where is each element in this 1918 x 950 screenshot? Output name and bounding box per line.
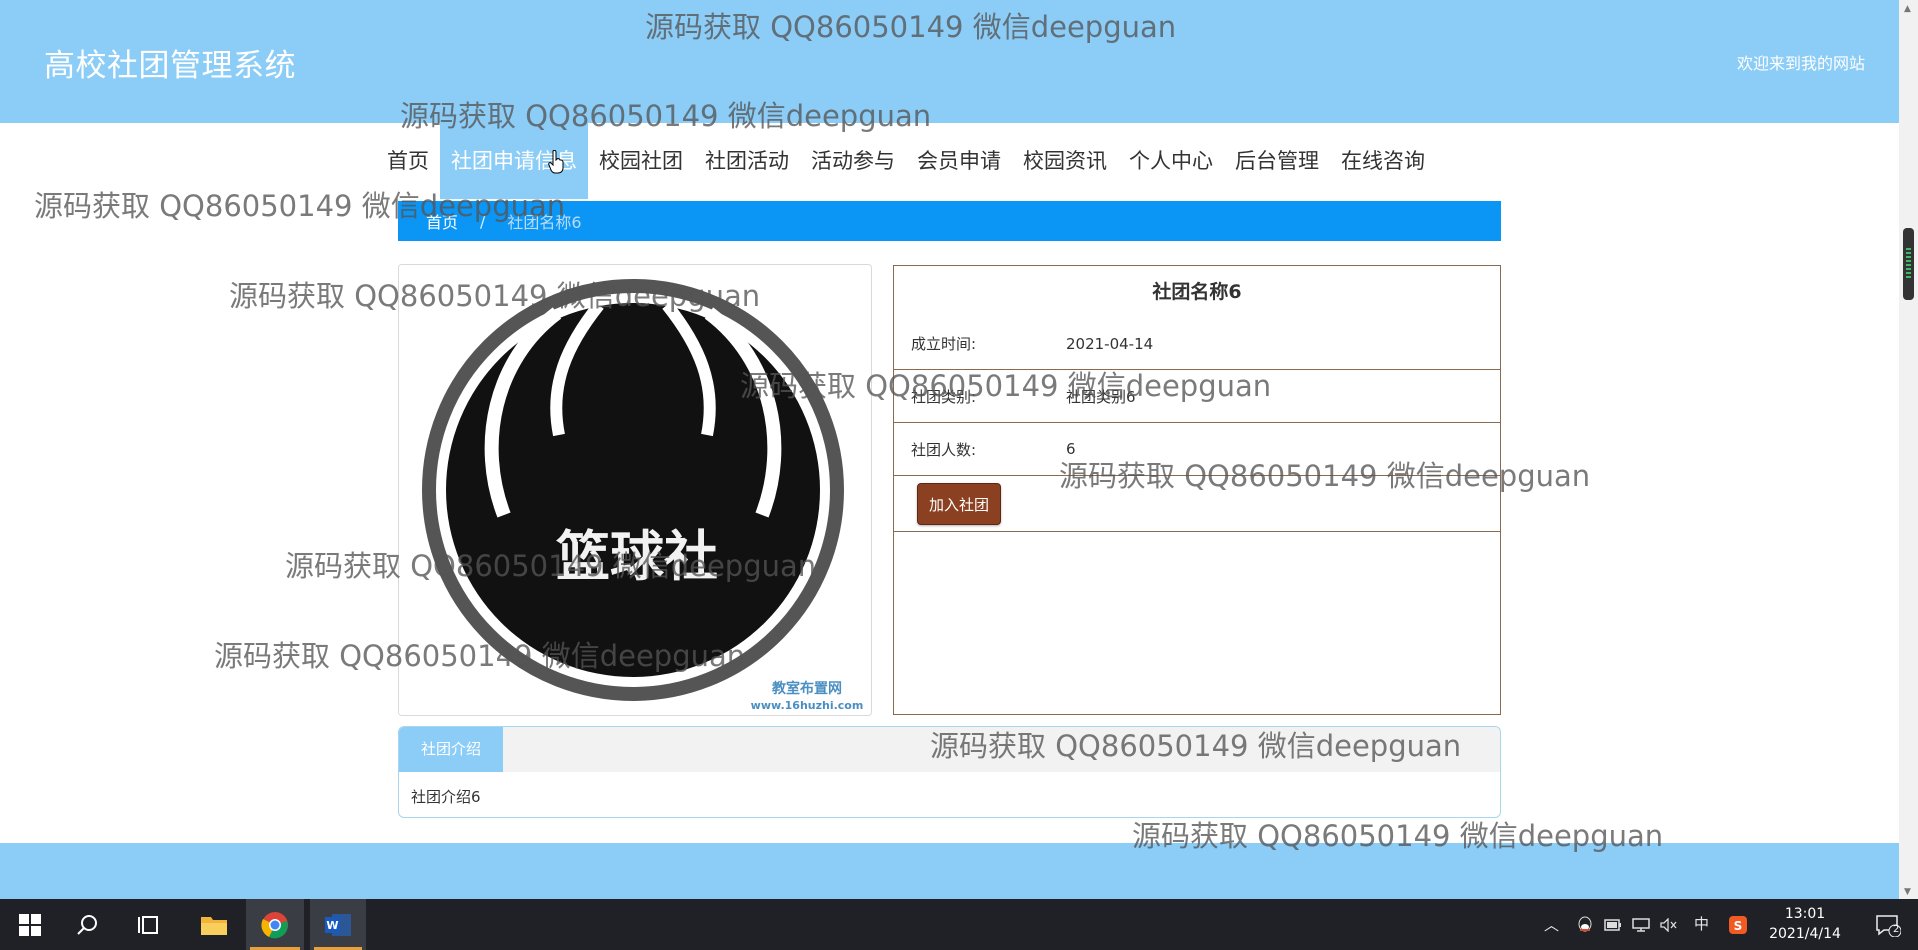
nav-admin[interactable]: 后台管理	[1224, 123, 1330, 199]
intro-content: 社团介绍6	[411, 788, 481, 806]
category-value: 社团类别6	[1066, 387, 1136, 406]
task-view-icon[interactable]	[126, 899, 170, 950]
join-club-button[interactable]: 加入社团	[917, 482, 1002, 525]
windows-taskbar: W ︿ 中 S 13:01 2021/4/14 2	[0, 899, 1918, 950]
nav-member-application[interactable]: 会员申请	[906, 123, 1012, 199]
word-icon[interactable]: W	[310, 899, 366, 950]
welcome-text: 欢迎来到我的网站	[1736, 54, 1865, 73]
club-intro-panel: 社团介绍 社团介绍6	[398, 726, 1501, 818]
clock-date: 2021/4/14	[1769, 926, 1841, 942]
tab-club-intro[interactable]: 社团介绍	[399, 727, 504, 772]
category-label: 社团类别:	[911, 387, 977, 406]
network-icon[interactable]	[1630, 899, 1652, 950]
club-name: 社团名称6	[1152, 281, 1242, 303]
hand-cursor-icon	[548, 150, 564, 174]
qq-icon[interactable]	[1574, 899, 1596, 950]
breadcrumb-separator: /	[480, 211, 486, 231]
nav-campus-clubs[interactable]: 校园社团	[588, 123, 694, 199]
breadcrumb-home[interactable]: 首页	[426, 209, 458, 233]
info-row-founded: 成立时间: 2021-04-14	[894, 318, 1500, 370]
basketball-club-logo: 篮球社 教室布置网 www.16huzhi.com	[399, 265, 871, 715]
scroll-up-icon[interactable]: ▲	[1904, 4, 1911, 14]
clock-time: 13:01	[1784, 906, 1826, 922]
members-label: 社团人数:	[911, 440, 977, 459]
browser-page: 高校社团管理系统 欢迎来到我的网站 首页 社团申请信息 校园社团 社团活动 活动…	[0, 0, 1918, 950]
logo-site-name: 教室布置网	[772, 680, 842, 697]
main-nav: 首页 社团申请信息 校园社团 社团活动 活动参与 会员申请 校园资讯 个人中心 …	[376, 123, 1436, 199]
ime-indicator[interactable]: 中	[1694, 913, 1709, 934]
nav-campus-news[interactable]: 校园资讯	[1012, 123, 1118, 199]
nav-personal-center[interactable]: 个人中心	[1118, 123, 1224, 199]
file-explorer-icon[interactable]	[190, 899, 238, 950]
scroll-down-icon[interactable]: ▼	[1904, 887, 1911, 897]
sogou-icon[interactable]: S	[1727, 899, 1749, 950]
notification-center-icon[interactable]: 2	[1868, 899, 1908, 950]
founded-value: 2021-04-14	[1066, 334, 1154, 353]
scrollbar-thumb[interactable]	[1903, 228, 1914, 300]
nav-online-consult[interactable]: 在线咨询	[1330, 123, 1436, 199]
system-clock[interactable]: 13:01 2021/4/14	[1765, 904, 1845, 944]
breadcrumb: 首页 / 社团名称6	[398, 201, 1501, 241]
club-image-card: 篮球社 教室布置网 www.16huzhi.com	[398, 264, 872, 716]
founded-label: 成立时间:	[911, 335, 977, 353]
logo-site-url: www.16huzhi.com	[751, 699, 864, 712]
volume-muted-icon[interactable]	[1658, 899, 1680, 950]
windows-start-icon[interactable]	[8, 899, 52, 950]
search-icon[interactable]	[66, 899, 110, 950]
battery-icon[interactable]	[1602, 899, 1624, 950]
members-value: 6	[1066, 440, 1076, 458]
nav-activity-participation[interactable]: 活动参与	[800, 123, 906, 199]
info-row-members: 社团人数: 6	[894, 423, 1500, 476]
intro-tabs: 社团介绍	[399, 727, 1500, 772]
breadcrumb-current: 社团名称6	[507, 213, 582, 232]
notification-count: 2	[1893, 924, 1900, 935]
svg-text:S: S	[1734, 919, 1743, 933]
nav-club-applications[interactable]: 社团申请信息	[440, 123, 588, 199]
chrome-icon[interactable]	[246, 899, 304, 950]
club-logo-text: 篮球社	[556, 524, 718, 588]
nav-home[interactable]: 首页	[376, 123, 440, 199]
site-title[interactable]: 高校社团管理系统	[44, 40, 296, 85]
site-footer	[0, 843, 1899, 899]
join-row: 加入社团	[894, 476, 1500, 532]
nav-club-activities[interactable]: 社团活动	[694, 123, 800, 199]
svg-text:W: W	[326, 919, 338, 932]
club-info-box: 社团名称6 成立时间: 2021-04-14 社团类别: 社团类别6 社团人数:…	[893, 265, 1501, 715]
site-header: 高校社团管理系统 欢迎来到我的网站	[0, 0, 1899, 123]
info-row-category: 社团类别: 社团类别6	[894, 370, 1500, 423]
page-scrollbar[interactable]: ▲ ▼	[1899, 0, 1918, 899]
chevron-up-icon[interactable]: ︿	[1544, 914, 1559, 935]
